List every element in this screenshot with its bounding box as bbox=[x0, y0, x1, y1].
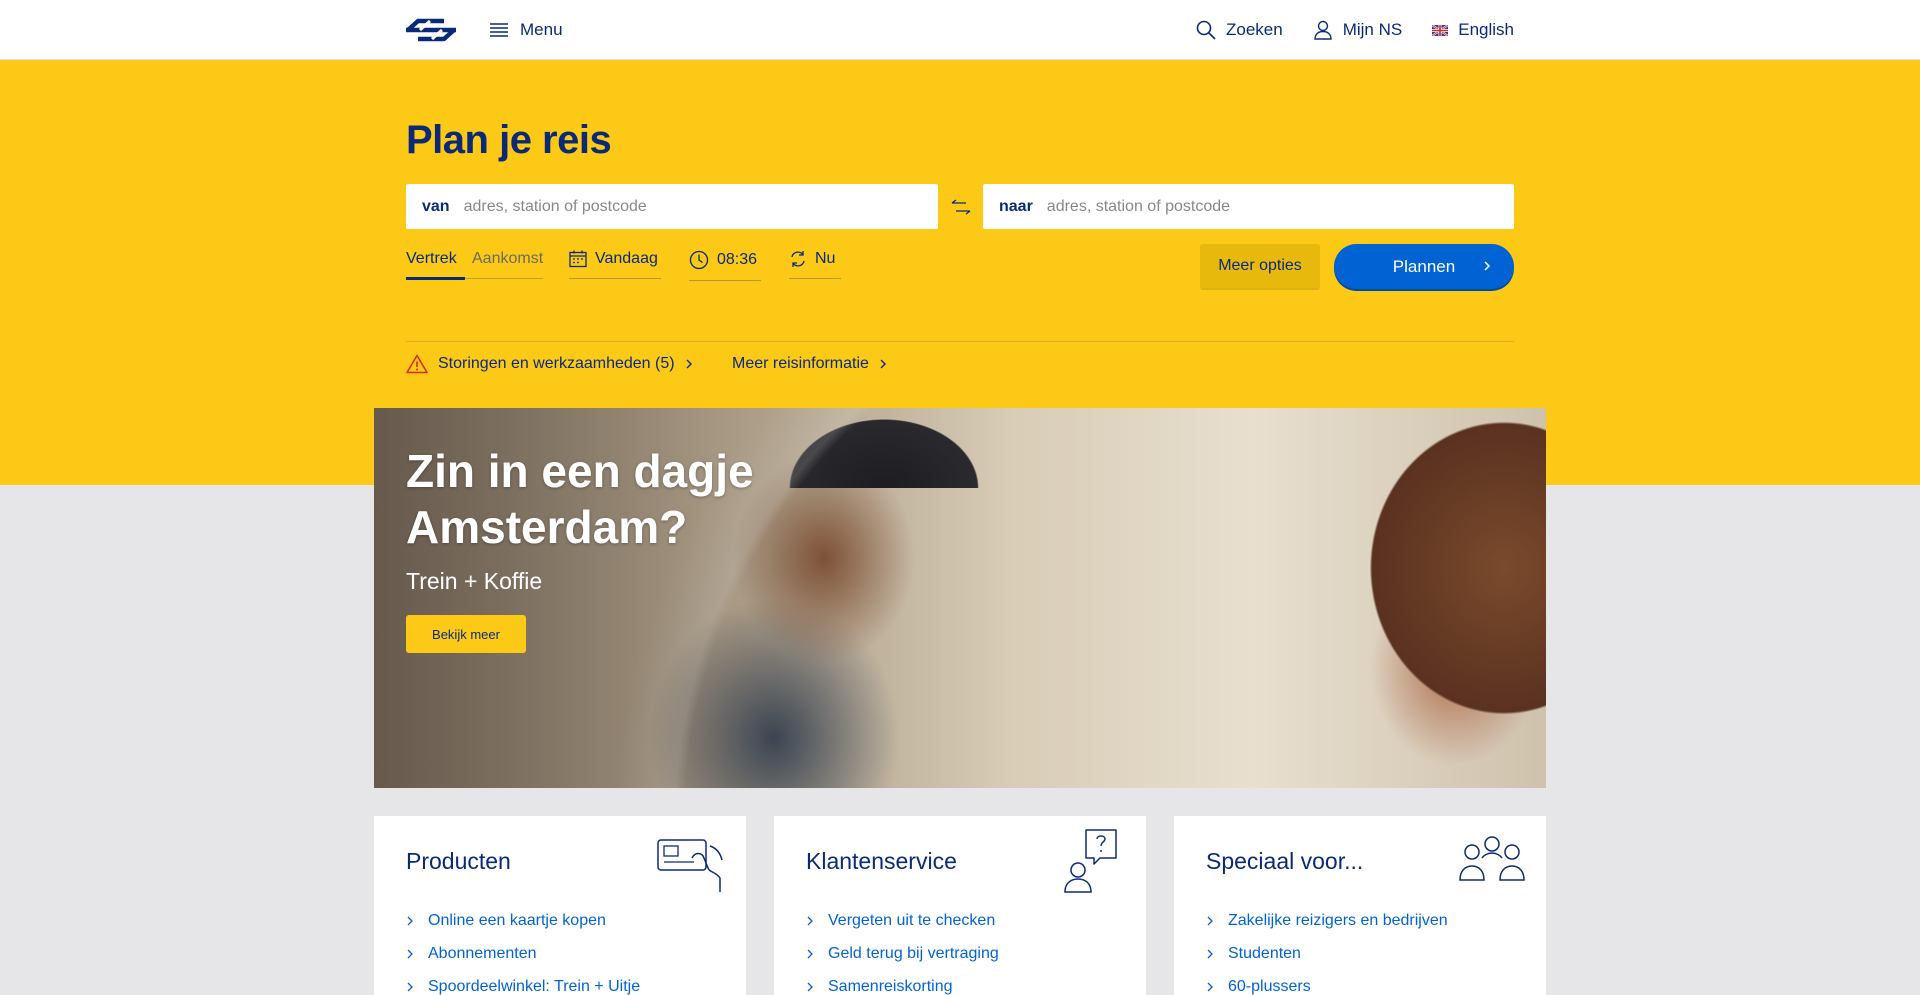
language-link[interactable]: English bbox=[1432, 20, 1514, 40]
to-label: naar bbox=[999, 197, 1033, 215]
search-icon bbox=[1196, 20, 1216, 40]
chevron-right-icon bbox=[407, 982, 413, 991]
now-label: Nu bbox=[815, 250, 836, 267]
list-item-label: Geld terug bij vertraging bbox=[828, 944, 999, 962]
my-ns-link[interactable]: Mijn NS bbox=[1313, 20, 1403, 40]
chevron-right-icon bbox=[807, 949, 813, 958]
customer-service-link-list: Vergeten uit te checken Geld terug bij v… bbox=[806, 904, 999, 995]
swap-icon[interactable] bbox=[950, 196, 972, 218]
planner-title: Plan je reis bbox=[406, 118, 612, 162]
more-options-button[interactable]: Meer opties bbox=[1200, 244, 1320, 288]
clock-icon bbox=[689, 250, 709, 270]
tab-departure[interactable]: Vertrek bbox=[406, 250, 465, 280]
list-item[interactable]: Zakelijke reizigers en bedrijven bbox=[1206, 904, 1448, 937]
special-for-link-list: Zakelijke reizigers en bedrijven Student… bbox=[1206, 904, 1448, 995]
chevron-right-icon bbox=[807, 916, 813, 925]
disruptions-label: Storingen en werkzaamheden (5) bbox=[438, 355, 675, 372]
plan-button-label: Plannen bbox=[1392, 256, 1456, 276]
from-label: van bbox=[422, 197, 450, 215]
question-person-icon bbox=[1064, 829, 1117, 893]
search-link[interactable]: Zoeken bbox=[1196, 20, 1283, 40]
top-navigation: Menu Zoeken Mijn NS English bbox=[0, 0, 1920, 60]
list-item[interactable]: Studenten bbox=[1206, 937, 1448, 970]
user-icon bbox=[1314, 20, 1332, 40]
chevron-right-icon bbox=[1207, 982, 1213, 991]
from-field[interactable]: van bbox=[406, 184, 938, 229]
hero-banner[interactable]: Zin in een dagje Amsterdam? Trein + Koff… bbox=[374, 408, 1546, 788]
plan-button[interactable]: Plannen bbox=[1334, 244, 1514, 289]
more-info-label: Meer reisinformatie bbox=[732, 355, 869, 372]
refresh-icon bbox=[791, 251, 805, 267]
from-input[interactable] bbox=[463, 197, 884, 216]
search-label: Zoeken bbox=[1226, 20, 1283, 39]
time-label: 08:36 bbox=[717, 251, 758, 268]
calendar-icon bbox=[569, 250, 587, 268]
card-customer-service: Klantenservice Vergeten uit te checken G… bbox=[774, 816, 1146, 995]
list-item[interactable]: Online een kaartje kopen bbox=[406, 904, 640, 937]
list-item[interactable]: Geld terug bij vertraging bbox=[806, 937, 999, 970]
my-ns-label: Mijn NS bbox=[1342, 20, 1403, 39]
planner-divider bbox=[406, 341, 1514, 342]
utility-nav: Zoeken Mijn NS English bbox=[1196, 18, 1514, 42]
time-picker[interactable]: 08:36 bbox=[689, 250, 761, 281]
list-item[interactable]: Abonnementen bbox=[406, 937, 640, 970]
group-icon bbox=[1459, 836, 1525, 881]
hamburger-icon bbox=[490, 23, 508, 37]
products-link-list: Online een kaartje kopen Abonnementen Sp… bbox=[406, 904, 640, 995]
list-item-label: 60-plussers bbox=[1228, 977, 1311, 995]
hero-title: Zin in een dagje Amsterdam? bbox=[406, 445, 754, 553]
card-title: Producten bbox=[406, 848, 511, 874]
chevron-right-icon bbox=[407, 949, 413, 958]
more-travel-info-link[interactable]: Meer reisinformatie bbox=[732, 352, 887, 376]
list-item[interactable]: Vergeten uit te checken bbox=[806, 904, 999, 937]
planner-options: Vertrek Aankomst Vandaag 08:36 Nu bbox=[406, 250, 841, 290]
chevron-right-icon bbox=[1207, 916, 1213, 925]
tab-arrival[interactable]: Aankomst bbox=[465, 250, 543, 279]
ns-logo-icon[interactable] bbox=[404, 17, 458, 43]
list-item-label: Studenten bbox=[1228, 944, 1301, 962]
date-label: Vandaag bbox=[595, 250, 658, 267]
chevron-right-icon bbox=[1484, 261, 1491, 271]
ticket-hand-icon bbox=[657, 839, 723, 892]
menu-button[interactable]: Menu bbox=[490, 18, 563, 42]
disruptions-link[interactable]: Storingen en werkzaamheden (5) bbox=[406, 352, 693, 376]
list-item-label: Abonnementen bbox=[428, 944, 537, 962]
list-item-label: Online een kaartje kopen bbox=[428, 911, 606, 929]
chevron-right-icon bbox=[1207, 949, 1213, 958]
uk-flag-icon bbox=[1432, 24, 1449, 36]
hero-cta-button[interactable]: Bekijk meer bbox=[406, 615, 526, 653]
menu-label: Menu bbox=[520, 20, 563, 39]
chevron-right-icon bbox=[880, 359, 886, 369]
to-field[interactable]: naar bbox=[983, 184, 1514, 229]
now-button[interactable]: Nu bbox=[789, 250, 841, 279]
chevron-right-icon bbox=[807, 982, 813, 991]
date-picker[interactable]: Vandaag bbox=[569, 250, 661, 279]
language-label: English bbox=[1458, 20, 1514, 39]
list-item-label: Samenreiskorting bbox=[828, 977, 953, 995]
chevron-right-icon bbox=[686, 359, 692, 369]
list-item[interactable]: 60-plussers bbox=[1206, 970, 1448, 995]
list-item-label: Zakelijke reizigers en bedrijven bbox=[1228, 911, 1448, 929]
chevron-right-icon bbox=[407, 916, 413, 925]
card-title: Speciaal voor... bbox=[1206, 848, 1364, 874]
hero-subtitle: Trein + Koffie bbox=[406, 568, 543, 594]
list-item[interactable]: Spoordeelwinkel: Trein + Uitje bbox=[406, 970, 640, 995]
card-special-for: Speciaal voor... Zakelijke reizigers en … bbox=[1174, 816, 1546, 995]
list-item-label: Vergeten uit te checken bbox=[828, 911, 996, 929]
card-title: Klantenservice bbox=[806, 848, 957, 874]
warning-icon bbox=[406, 354, 428, 374]
list-item[interactable]: Samenreiskorting bbox=[806, 970, 999, 995]
list-item-label: Spoordeelwinkel: Trein + Uitje bbox=[428, 977, 641, 995]
card-products: Producten Online een kaartje kopen Abonn… bbox=[374, 816, 746, 995]
to-input[interactable] bbox=[1046, 197, 1467, 216]
